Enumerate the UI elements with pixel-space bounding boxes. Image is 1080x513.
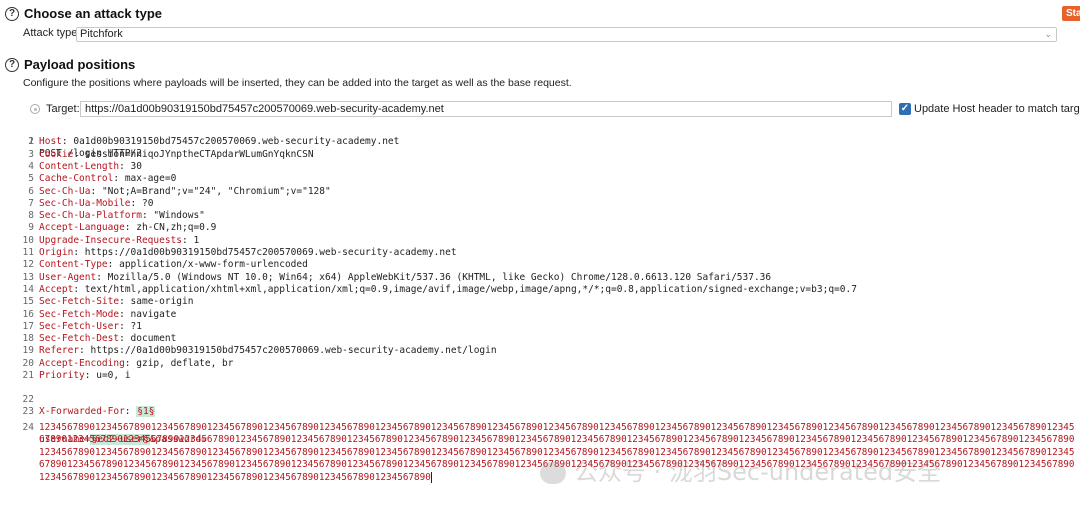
header-name: Sec-Ch-Ua [39, 185, 91, 197]
header-value: 30 [124, 160, 142, 172]
payload-positions-title: Payload positions [24, 57, 136, 72]
header-name: Sec-Fetch-Mode [39, 308, 120, 320]
header-name: Accept-Encoding [39, 357, 125, 369]
header-value: Mozilla/5.0 (Windows NT 10.0; Win64; x64… [101, 271, 772, 283]
target-icon [30, 104, 40, 114]
attack-type-label: Attack type: [23, 27, 81, 39]
editor-line: 24 username=§ec2-user§&password= [0, 410, 207, 445]
header-value: ?0 [136, 197, 154, 209]
header-value: 1 [187, 234, 200, 246]
header-name: User-Agent [39, 271, 97, 283]
header-value: ?1 [124, 320, 142, 332]
payload-marker[interactable]: §1§ [136, 406, 156, 417]
target-row: Target: https://0a1d00b90319150bd75457c2… [30, 101, 1080, 117]
header-value: https://0a1d00b90319150bd75457c200570069… [84, 345, 497, 357]
header-name: Host [39, 136, 62, 148]
line-number: 24 [22, 422, 34, 433]
header-value: session=hniqoJYnptheCTApdarWLumGnYqknCSN [79, 148, 314, 160]
line-number: 18 [22, 333, 34, 345]
editor-line: 23 [0, 394, 34, 417]
line-number: 10 [22, 234, 34, 246]
header-value: document [124, 333, 177, 345]
update-host-checkbox[interactable]: ✓ [899, 103, 911, 115]
editor-line: 22 X-Forwarded-For: §1§ [0, 382, 156, 417]
header-value: text/html,application/xhtml+xml,applicat… [79, 283, 857, 295]
line-number: 7 [28, 197, 34, 209]
header-name: Accept [39, 283, 74, 295]
attack-type-value: Pitchfork [80, 28, 123, 40]
attack-type-title: Choose an attack type [24, 6, 162, 21]
header-value: navigate [124, 308, 177, 320]
line-number: 4 [28, 160, 34, 172]
target-label: Target: [46, 103, 80, 115]
header-value: "Windows" [147, 210, 205, 222]
editor-line: 1 POST /login HTTP/2 [0, 124, 142, 159]
line-number: 14 [22, 283, 34, 295]
line-number: 13 [22, 271, 34, 283]
line-number: 6 [28, 185, 34, 197]
line-number: 8 [28, 210, 34, 222]
header-name: Sec-Ch-Ua-Platform [39, 210, 142, 222]
line-number: 11 [22, 247, 34, 258]
help-icon[interactable]: ? [5, 6, 19, 21]
text-cursor [430, 471, 432, 483]
request-editor[interactable]: 1 POST /login HTTP/2 2 Host: 0a1d00b90319… [0, 124, 1080, 513]
target-input[interactable]: https://0a1d00b90319150bd75457c200570069… [80, 101, 892, 117]
header-value: same-origin [124, 296, 194, 308]
header-name: Sec-Fetch-Dest [39, 333, 120, 345]
line-number: 9 [28, 222, 34, 234]
header-name: Referer [39, 345, 80, 357]
header-value: 0a1d00b90319150bd75457c200570069.web-sec… [67, 136, 400, 148]
header-name: Upgrade-Insecure-Requests [39, 234, 182, 246]
line-number: 2 [28, 136, 34, 148]
header-name: Sec-Fetch-User [39, 320, 120, 332]
header-name: Content-Type [39, 259, 108, 271]
payload-positions-description: Configure the positions where payloads w… [23, 77, 572, 89]
header-value: max-age=0 [119, 173, 177, 185]
payload-positions-header: ? Payload positions [5, 57, 135, 72]
help-icon[interactable]: ? [5, 57, 19, 72]
header-value: application/x-www-form-urlencoded [113, 259, 308, 271]
line-number: 5 [28, 173, 34, 185]
password-value: 1234567890123456789012345678901234567890… [39, 422, 1075, 483]
header-name: Origin [39, 247, 74, 258]
chevron-down-icon: ⌄ [1044, 29, 1052, 39]
line-number: 3 [28, 148, 34, 160]
header-value: zh-CN,zh;q=0.9 [130, 222, 217, 234]
header-name: Cookie [39, 148, 74, 160]
header-name: Accept-Language [39, 222, 125, 234]
header-name: Sec-Fetch-Site [39, 296, 120, 308]
attack-type-select[interactable]: Pitchfork ⌄ [76, 27, 1057, 42]
header-name: Sec-Ch-Ua-Mobile [39, 197, 131, 209]
start-attack-button[interactable]: Start attack [1062, 6, 1080, 21]
header-value: "Not;A=Brand";v="24", "Chromium";v="128" [96, 185, 331, 197]
line-number: 19 [22, 345, 34, 357]
attack-type-header: ? Choose an attack type [5, 6, 162, 21]
line-number: 12 [22, 259, 34, 271]
header-name: Cache-Control [39, 173, 114, 185]
line-number: 15 [22, 296, 34, 308]
line-number: 21 [22, 370, 34, 381]
header-name: Content-Length [39, 160, 120, 172]
header-value: https://0a1d00b90319150bd75457c200570069… [79, 247, 457, 258]
line-number: 17 [22, 320, 34, 332]
header-value: gzip, deflate, br [130, 357, 234, 369]
line-number: 20 [22, 357, 34, 369]
header-value: u=0, i [90, 370, 131, 381]
line-number: 16 [22, 308, 34, 320]
header-name: X-Forwarded-For [39, 406, 125, 417]
update-host-label: Update Host header to match target [914, 103, 1080, 115]
header-name: Priority [39, 370, 85, 381]
